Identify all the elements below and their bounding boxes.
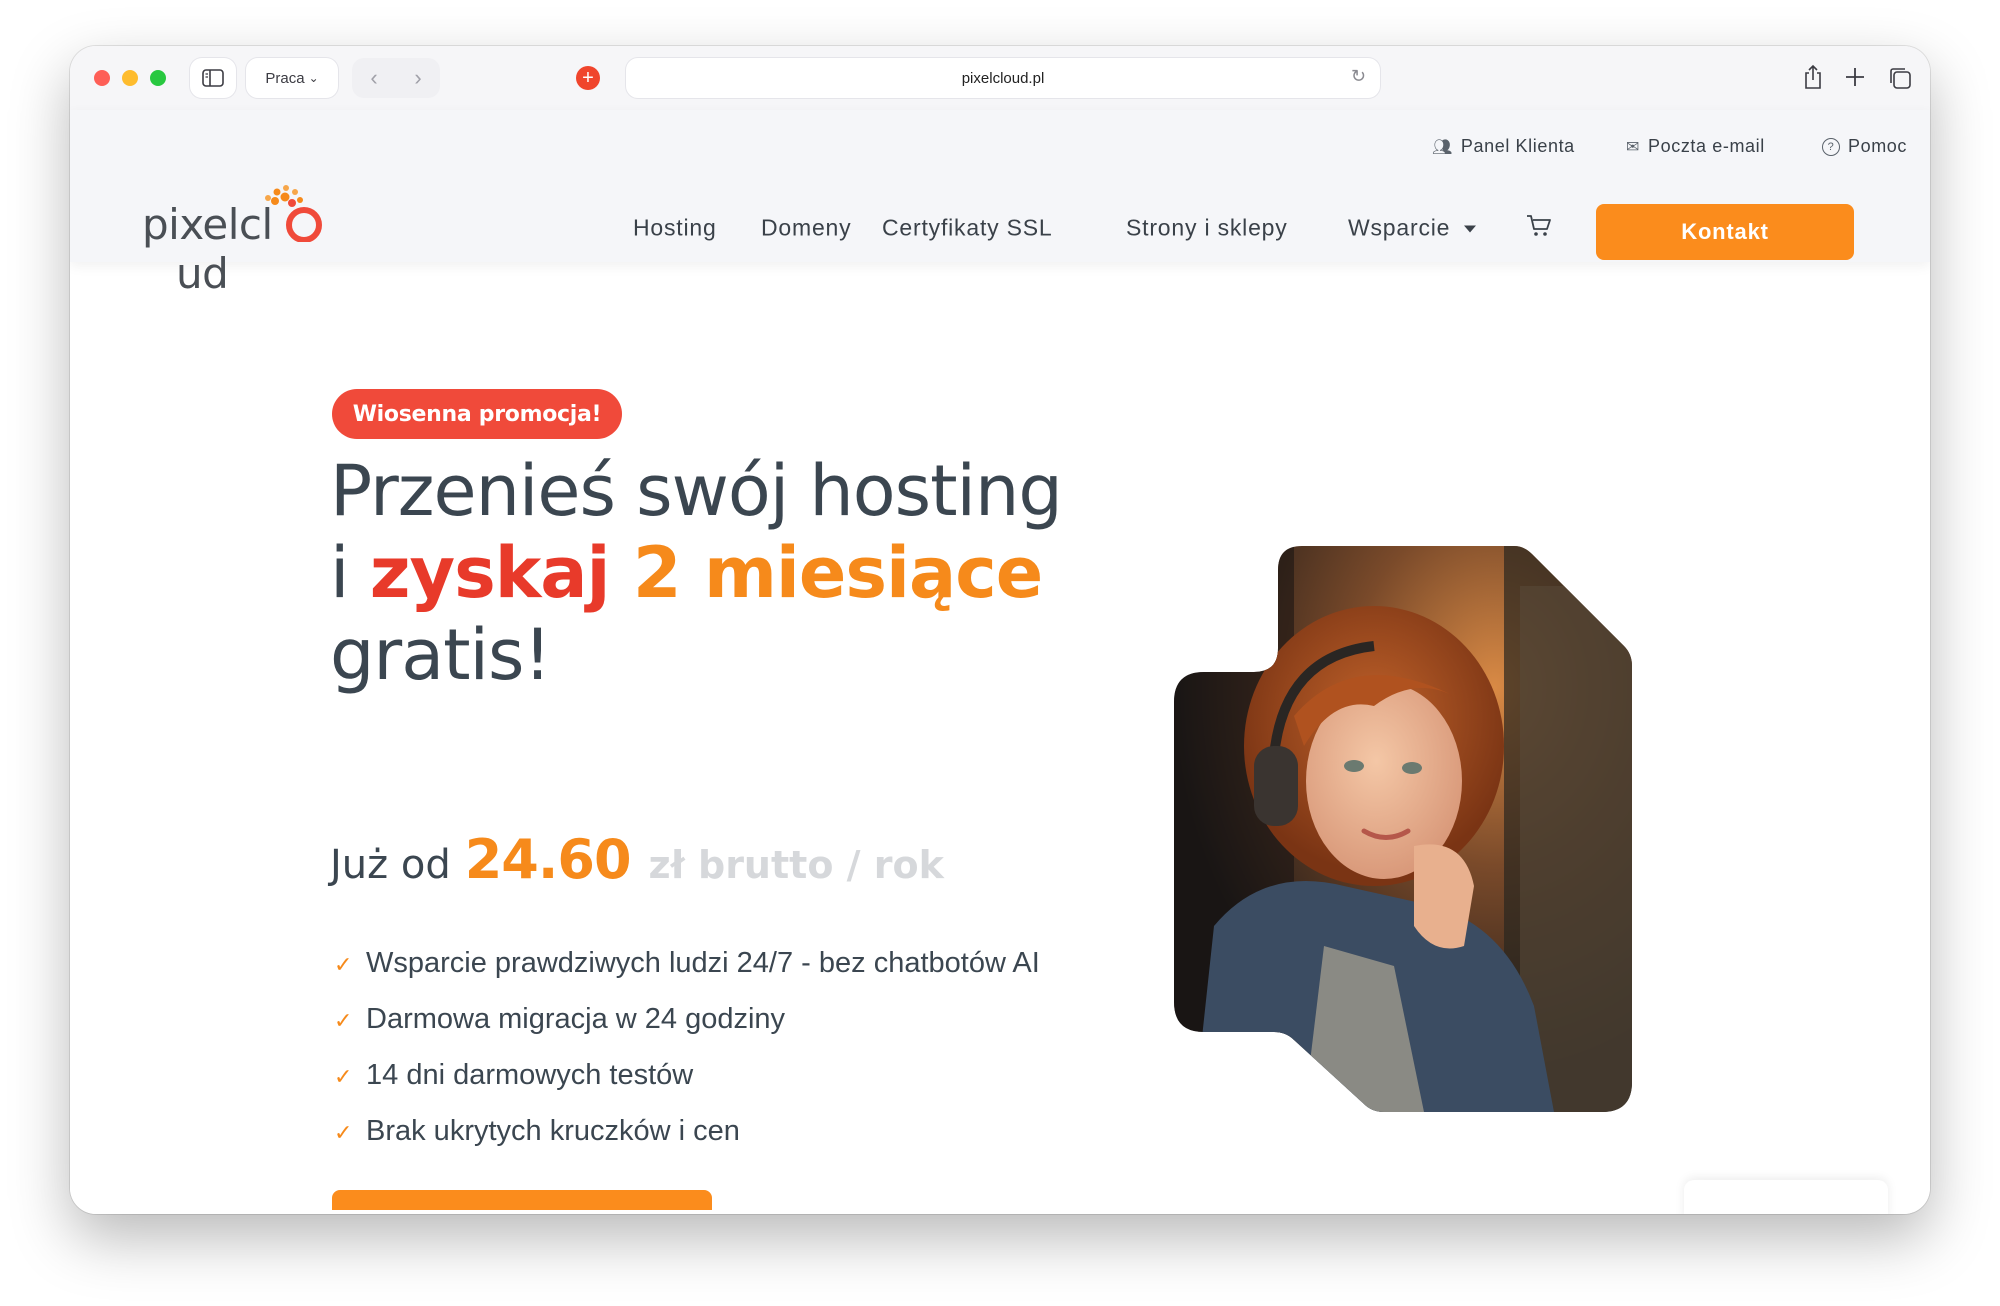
price-suffix: zł brutto / rok <box>648 843 944 887</box>
minimize-window-button[interactable] <box>122 70 138 86</box>
email-label: Poczta e-mail <box>1648 136 1765 156</box>
page-content: 👥︎ Panel Klienta ✉ Poczta e-mail ? Pomoc <box>70 110 1930 1214</box>
history-nav: ‹ › <box>352 58 440 98</box>
extension-plus-icon[interactable]: + <box>576 66 600 90</box>
list-item: ✓ Darmowa migracja w 24 godziny <box>330 1000 1090 1038</box>
contact-button[interactable]: Kontakt <box>1596 204 1854 260</box>
list-item: ✓ 14 dni darmowych testów <box>330 1056 1090 1094</box>
users-icon: 👥︎ <box>1432 138 1453 156</box>
headline-line-1: Przenieś swój hosting <box>330 450 1063 532</box>
headline-line-2: i zyskaj 2 miesiące <box>330 532 1043 614</box>
share-icon[interactable] <box>1802 64 1824 90</box>
client-panel-label: Panel Klienta <box>1460 136 1575 156</box>
tabs-overview-icon[interactable] <box>1888 66 1912 90</box>
profile-menu-button[interactable]: Praca ⌄ <box>246 58 338 98</box>
hero-photo <box>1174 546 1632 1112</box>
check-icon: ✓ <box>334 1120 353 1145</box>
headline-line-3: gratis! <box>330 614 552 696</box>
help-circle-icon: ? <box>1822 137 1840 156</box>
nav-ssl[interactable]: Certyfikaty SSL <box>882 215 1053 242</box>
list-item: ✓ Brak ukrytych kruczków i cen <box>330 1112 1090 1150</box>
url-text: pixelcloud.pl <box>961 69 1045 87</box>
mail-icon: ✉ <box>1626 138 1641 156</box>
nav-support-label: Wsparcie <box>1348 214 1451 241</box>
price-value: 24.60 <box>464 828 632 891</box>
sidebar-icon <box>202 69 224 87</box>
nav-domains[interactable]: Domeny <box>761 215 851 242</box>
hero-headline: Przenieś swój hosting i zyskaj 2 miesiąc… <box>330 450 1150 696</box>
browser-window: Praca ⌄ ‹ › + pixelcloud.pl ↻ 👥︎ Panel K… <box>70 46 1930 1214</box>
sidebar-toggle-button[interactable] <box>190 58 236 98</box>
promo-badge: Wiosenna promocja! <box>332 389 622 439</box>
check-icon: ✓ <box>334 952 353 977</box>
nav-sites[interactable]: Strony i sklepy <box>1126 215 1288 242</box>
nav-support[interactable]: Wsparcie <box>1348 214 1477 242</box>
feature-list: ✓ Wsparcie prawdziwych ludzi 24/7 - bez c… <box>330 944 1090 1168</box>
back-button[interactable]: ‹ <box>352 65 396 91</box>
price-line: Już od 24.60 zł brutto / rok <box>330 828 944 891</box>
email-link[interactable]: ✉ Poczta e-mail <box>1626 136 1765 157</box>
zoom-window-button[interactable] <box>150 70 166 86</box>
headline-highlight-orange: 2 miesiące <box>609 532 1043 614</box>
chevron-down-icon: ⌄ <box>308 71 319 85</box>
caret-down-icon <box>1464 225 1477 233</box>
cart-icon[interactable] <box>1526 214 1552 238</box>
check-icon: ✓ <box>334 1064 353 1089</box>
logo-wordmark: pixelcloud pixelclud <box>142 200 273 298</box>
help-label: Pomoc <box>1848 136 1908 156</box>
nav-hosting[interactable]: Hosting <box>633 215 717 242</box>
cta-button-partial[interactable] <box>332 1190 712 1210</box>
list-item: ✓ Wsparcie prawdziwych ludzi 24/7 - bez c… <box>330 944 1090 982</box>
site-header: 👥︎ Panel Klienta ✉ Poczta e-mail ? Pomoc <box>70 110 1930 298</box>
price-prefix: Już od <box>330 842 451 888</box>
profile-label: Praca <box>265 69 305 87</box>
address-bar[interactable]: pixelcloud.pl ↻ <box>626 58 1380 98</box>
headline-highlight-red: zyskaj <box>369 532 611 614</box>
new-tab-icon[interactable] <box>1844 66 1866 88</box>
floating-widget-partial[interactable] <box>1684 1180 1888 1214</box>
close-window-button[interactable] <box>94 70 110 86</box>
forward-button[interactable]: › <box>396 65 440 91</box>
help-link[interactable]: ? Pomoc <box>1822 136 1907 157</box>
browser-toolbar: Praca ⌄ ‹ › + pixelcloud.pl ↻ <box>70 46 1930 111</box>
client-panel-link[interactable]: 👥︎ Panel Klienta <box>1432 136 1575 157</box>
reload-icon[interactable]: ↻ <box>1351 66 1366 87</box>
check-icon: ✓ <box>334 1008 353 1033</box>
